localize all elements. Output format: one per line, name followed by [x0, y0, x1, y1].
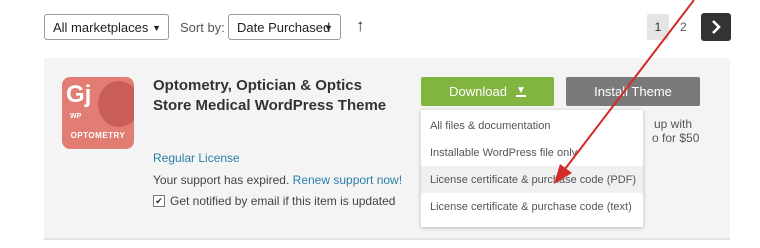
caret-down-icon: ▼ [324, 23, 333, 33]
install-theme-label: Install Theme [594, 84, 672, 99]
page-2-link[interactable]: 2 [680, 20, 687, 34]
obscured-text-line: up with [654, 117, 693, 131]
menu-item-license-pdf[interactable]: License certificate & purchase code (PDF… [421, 166, 643, 193]
caret-down-icon: ▼ [152, 23, 161, 33]
next-page-button[interactable] [701, 13, 731, 41]
caret-down-icon: ▼ [515, 85, 526, 97]
thumbnail-photo [98, 81, 134, 127]
sort-by-label: Sort by: [180, 20, 225, 35]
sort-select[interactable]: Date Purchased ▼ [228, 14, 341, 40]
thumbnail-badge: WP [70, 113, 82, 120]
marketplace-select-value: All marketplaces [53, 19, 149, 35]
download-menu: All files & documentation Installable Wo… [421, 110, 643, 227]
menu-item-installable-file[interactable]: Installable WordPress file only [421, 139, 643, 166]
support-expired-text: Your support has expired. [153, 173, 290, 187]
marketplace-select[interactable]: All marketplaces ▼ [44, 14, 169, 40]
support-status: Your support has expired. Renew support … [153, 173, 402, 187]
notify-checkbox[interactable]: ✔ [153, 195, 165, 207]
chevron-right-icon [712, 20, 721, 34]
arrow-up-icon[interactable]: ↑ [356, 17, 365, 34]
item-thumbnail[interactable]: Gj WP OPTOMETRY [62, 77, 134, 149]
download-label: Download [449, 84, 507, 99]
download-button[interactable]: Download ▼ [421, 77, 554, 106]
menu-item-all-files[interactable]: All files & documentation [421, 112, 643, 139]
thumbnail-caption: OPTOMETRY [70, 131, 126, 140]
notify-label: Get notified by email if this item is up… [170, 194, 396, 208]
renew-support-link[interactable]: Renew support now! [293, 173, 402, 187]
thumbnail-monogram: Gj [66, 81, 92, 108]
sort-select-value: Date Purchased [237, 19, 331, 35]
menu-item-license-text[interactable]: License certificate & purchase code (tex… [421, 193, 643, 220]
page-1-label: 1 [654, 20, 662, 34]
license-link[interactable]: Regular License [153, 151, 240, 165]
notify-option[interactable]: ✔ Get notified by email if this item is … [153, 194, 395, 208]
obscured-text-line: o for $50 [652, 131, 700, 145]
install-theme-button[interactable]: Install Theme [566, 77, 700, 106]
item-title[interactable]: Optometry, Optician & Optics Store Medic… [153, 76, 393, 116]
page-1-button[interactable]: 1 [647, 14, 669, 40]
